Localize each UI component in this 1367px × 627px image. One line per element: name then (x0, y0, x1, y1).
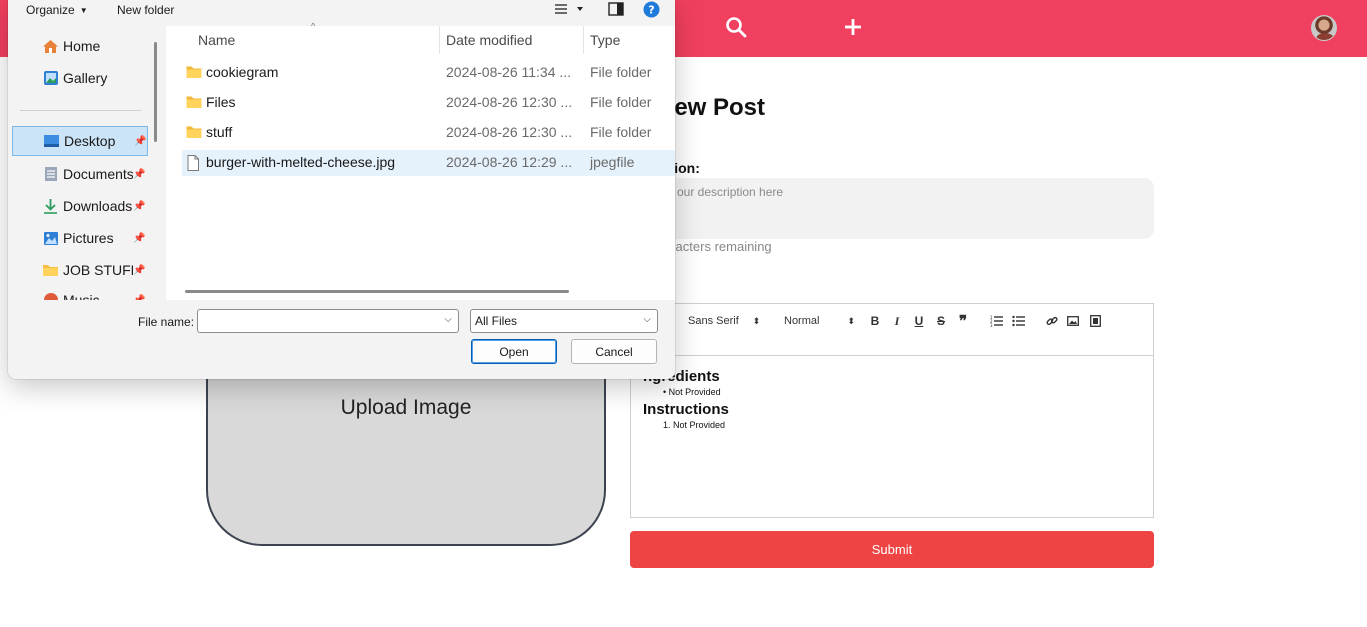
column-divider[interactable] (583, 26, 584, 54)
file-name-label: File name: (138, 315, 195, 329)
column-header-date[interactable]: Date modified (446, 32, 532, 48)
file-row-files[interactable]: Files 2024-08-26 12:30 ... File folder (182, 90, 675, 116)
bold-button[interactable]: B (867, 313, 883, 329)
upload-image-label: Upload Image (340, 396, 472, 419)
sort-up-icon: ^ (311, 21, 316, 31)
nav-item-desktop[interactable]: Desktop 📌 (12, 126, 148, 156)
search-icon[interactable] (723, 14, 749, 40)
gallery-icon (42, 70, 59, 86)
description-placeholder: our description here (677, 185, 784, 199)
list-item: • Not Provided (663, 387, 721, 397)
pin-icon: 📌 (133, 232, 146, 244)
organize-button[interactable]: Organize ▼ (26, 3, 88, 17)
view-options-icon[interactable] (554, 2, 584, 16)
documents-icon (42, 166, 59, 182)
home-icon (42, 38, 59, 54)
file-row-stuff[interactable]: stuff 2024-08-26 12:30 ... File folder (182, 120, 675, 146)
font-select[interactable]: Sans Serif ⬍ (688, 314, 760, 328)
desktop-icon (43, 133, 60, 149)
cancel-button[interactable]: Cancel (571, 339, 657, 364)
svg-text:?: ? (648, 4, 654, 17)
bullet-list-icon[interactable] (1010, 313, 1026, 329)
nav-scrollbar[interactable] (154, 42, 157, 142)
folder-icon (186, 95, 202, 109)
file-row-cookiegram[interactable]: cookiegram 2024-08-26 11:34 ... File fol… (182, 60, 675, 86)
nav-item-home[interactable]: Home (10, 31, 146, 61)
nav-item-job-stuff[interactable]: JOB STUFF 📌 (10, 255, 146, 285)
help-icon[interactable]: ? (643, 1, 660, 18)
underline-button[interactable]: U (911, 313, 927, 329)
file-icon (186, 155, 202, 171)
navigation-pane: Home Gallery Desktop 📌 Documents 📌 Downl… (10, 26, 156, 300)
nav-item-gallery[interactable]: Gallery (10, 63, 146, 93)
pin-icon: 📌 (133, 264, 146, 276)
pin-icon: 📌 (133, 294, 146, 301)
size-select[interactable]: Normal ⬍ (784, 314, 855, 328)
plus-icon[interactable] (840, 14, 866, 40)
ordered-list-icon[interactable]: 123 (988, 313, 1004, 329)
image-icon[interactable] (1065, 313, 1081, 329)
pictures-icon (42, 230, 59, 246)
pin-icon: 📌 (133, 168, 146, 180)
dialog-toolbar: Organize ▼ New folder ? (8, 0, 675, 26)
file-list: ^ Name Date modified Type cookiegram 202… (166, 21, 675, 300)
quote-icon[interactable]: ❞ (955, 313, 971, 330)
downloads-icon (42, 198, 59, 214)
submit-button[interactable]: Submit (630, 531, 1154, 568)
column-header-type[interactable]: Type (590, 32, 620, 48)
italic-button[interactable]: I (889, 313, 905, 329)
new-folder-button[interactable]: New folder (117, 3, 174, 17)
file-row-burger-jpg[interactable]: burger-with-melted-cheese.jpg 2024-08-26… (182, 150, 675, 176)
avatar[interactable] (1311, 15, 1337, 41)
svg-text:3: 3 (990, 323, 993, 327)
chevron-down-icon[interactable]: ⌵ (643, 314, 651, 325)
column-header-name[interactable]: Name (198, 32, 235, 48)
folder-icon (186, 65, 202, 79)
list-item: 1. Not Provided (663, 420, 726, 430)
chevron-down-icon[interactable]: ⌵ (444, 314, 452, 325)
rich-text-editor[interactable]: Sans Serif ⬍ Normal ⬍ B I U S ❞ 123 ngredi… (630, 303, 1154, 518)
open-button[interactable]: Open (471, 339, 557, 364)
file-name-input[interactable]: ⌵ (197, 309, 459, 333)
file-type-select[interactable]: All Files ⌵ (470, 309, 658, 333)
nav-item-documents[interactable]: Documents 📌 (10, 159, 146, 189)
pin-icon: 📌 (134, 135, 147, 147)
editor-toolbar: Sans Serif ⬍ Normal ⬍ B I U S ❞ 123 (631, 304, 1153, 356)
music-icon (42, 292, 59, 300)
file-open-dialog: Organize ▼ New folder ? Home Gallery Desk… (8, 0, 675, 379)
column-divider[interactable] (439, 26, 440, 54)
folder-icon (42, 262, 59, 278)
nav-item-music[interactable]: Music 📌 (10, 285, 146, 300)
pin-icon: 📌 (133, 200, 146, 212)
nav-item-downloads[interactable]: Downloads 📌 (10, 191, 146, 221)
link-icon[interactable] (1044, 313, 1060, 329)
strike-button[interactable]: S (933, 313, 949, 329)
folder-icon (186, 125, 202, 139)
horizontal-scrollbar[interactable] (185, 290, 569, 293)
instructions-heading: Instructions (643, 401, 729, 418)
nav-separator (20, 110, 141, 111)
preview-pane-icon[interactable] (608, 2, 624, 16)
chars-remaining-text: aracters remaining (664, 239, 772, 254)
video-icon[interactable] (1087, 313, 1103, 329)
nav-item-pictures[interactable]: Pictures 📌 (10, 223, 146, 253)
